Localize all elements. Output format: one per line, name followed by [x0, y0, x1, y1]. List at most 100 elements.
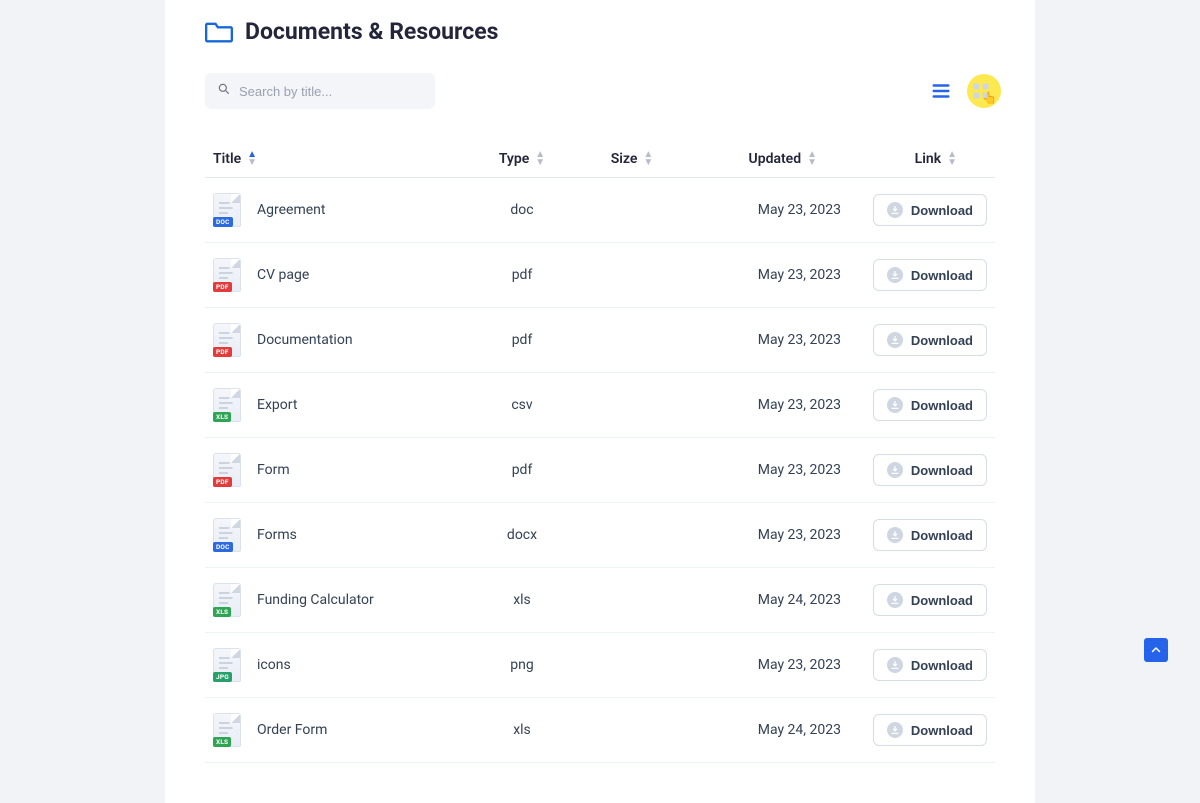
file-badge: XLS — [213, 737, 231, 747]
download-label: Download — [911, 333, 973, 348]
download-icon — [887, 397, 903, 413]
download-label: Download — [911, 463, 973, 478]
page-container: Documents & Resources 👆 Title ▲▼ Type — [165, 0, 1035, 803]
download-button[interactable]: Download — [873, 519, 987, 551]
download-icon — [887, 657, 903, 673]
table-row: XLS Order Form xls May 24, 2023 Download — [205, 698, 995, 763]
updated-cell: May 23, 2023 — [687, 202, 847, 218]
link-cell: Download — [847, 194, 987, 226]
table-row: PDF Form pdf May 23, 2023 Download — [205, 438, 995, 503]
link-cell: Download — [847, 649, 987, 681]
search-box — [205, 73, 435, 109]
file-type-icon: XLS — [213, 388, 241, 422]
view-toggle: 👆 — [927, 77, 995, 105]
title-cell: XLS Order Form — [213, 713, 467, 747]
download-label: Download — [911, 723, 973, 738]
link-cell: Download — [847, 519, 987, 551]
file-badge: XLS — [213, 412, 231, 422]
page-title: Documents & Resources — [245, 18, 498, 45]
file-title: CV page — [257, 267, 309, 283]
table-row: PDF CV page pdf May 23, 2023 Download — [205, 243, 995, 308]
type-cell: pdf — [467, 332, 577, 348]
type-cell: csv — [467, 397, 577, 413]
type-cell: doc — [467, 202, 577, 218]
file-type-icon: JPG — [213, 648, 241, 682]
file-title: Agreement — [257, 202, 325, 218]
file-badge: PDF — [213, 282, 232, 292]
file-title: Order Form — [257, 722, 327, 738]
download-icon — [887, 267, 903, 283]
file-badge: XLS — [213, 607, 231, 617]
updated-cell: May 24, 2023 — [687, 722, 847, 738]
updated-cell: May 23, 2023 — [687, 332, 847, 348]
title-cell: PDF CV page — [213, 258, 467, 292]
link-cell: Download — [847, 454, 987, 486]
table-row: DOC Agreement doc May 23, 2023 Download — [205, 178, 995, 243]
file-title: Forms — [257, 527, 297, 543]
type-cell: xls — [467, 722, 577, 738]
file-title: Documentation — [257, 332, 353, 348]
sort-icon: ▲▼ — [535, 151, 545, 167]
updated-cell: May 23, 2023 — [687, 267, 847, 283]
type-cell: pdf — [467, 267, 577, 283]
file-type-icon: XLS — [213, 713, 241, 747]
download-button[interactable]: Download — [873, 389, 987, 421]
download-button[interactable]: Download — [873, 194, 987, 226]
title-cell: JPG icons — [213, 648, 467, 682]
sort-icon: ▲▼ — [643, 151, 653, 167]
download-label: Download — [911, 203, 973, 218]
download-button[interactable]: Download — [873, 259, 987, 291]
search-input[interactable] — [205, 73, 435, 109]
type-cell: docx — [467, 527, 577, 543]
column-header-label: Link — [915, 151, 941, 167]
column-header-title[interactable]: Title ▲▼ — [213, 151, 467, 167]
file-title: Export — [257, 397, 297, 413]
download-icon — [887, 592, 903, 608]
column-header-type[interactable]: Type ▲▼ — [467, 151, 577, 167]
download-icon — [887, 722, 903, 738]
file-type-icon: XLS — [213, 583, 241, 617]
updated-cell: May 23, 2023 — [687, 397, 847, 413]
download-button[interactable]: Download — [873, 324, 987, 356]
table-header-row: Title ▲▼ Type ▲▼ Size ▲▼ Updated ▲▼ Link… — [205, 141, 995, 178]
column-header-link[interactable]: Link ▲▼ — [847, 151, 987, 167]
scroll-to-top-button[interactable] — [1144, 638, 1168, 662]
file-type-icon: DOC — [213, 518, 241, 552]
link-cell: Download — [847, 389, 987, 421]
download-button[interactable]: Download — [873, 454, 987, 486]
download-button[interactable]: Download — [873, 649, 987, 681]
table-body: DOC Agreement doc May 23, 2023 Download … — [205, 178, 995, 763]
download-label: Download — [911, 268, 973, 283]
download-icon — [887, 527, 903, 543]
file-badge: PDF — [213, 477, 232, 487]
download-button[interactable]: Download — [873, 714, 987, 746]
sort-icon: ▲▼ — [947, 151, 957, 167]
column-header-size[interactable]: Size ▲▼ — [577, 151, 687, 167]
table-row: XLS Export csv May 23, 2023 Download — [205, 373, 995, 438]
updated-cell: May 23, 2023 — [687, 462, 847, 478]
download-icon — [887, 462, 903, 478]
file-type-icon: PDF — [213, 258, 241, 292]
toolbar: 👆 — [205, 73, 995, 109]
type-cell: png — [467, 657, 577, 673]
column-header-updated[interactable]: Updated ▲▼ — [687, 151, 847, 167]
column-header-label: Size — [611, 151, 638, 167]
title-cell: DOC Agreement — [213, 193, 467, 227]
download-label: Download — [911, 528, 973, 543]
file-badge: JPG — [213, 672, 232, 682]
updated-cell: May 23, 2023 — [687, 657, 847, 673]
sort-icon: ▲▼ — [247, 151, 257, 167]
file-title: icons — [257, 657, 291, 673]
file-badge: DOC — [213, 217, 233, 227]
link-cell: Download — [847, 259, 987, 291]
folder-icon — [205, 19, 233, 45]
download-button[interactable]: Download — [873, 584, 987, 616]
file-badge: PDF — [213, 347, 232, 357]
file-type-icon: DOC — [213, 193, 241, 227]
list-view-button[interactable] — [927, 77, 955, 105]
grid-view-button[interactable] — [967, 77, 995, 105]
file-type-icon: PDF — [213, 323, 241, 357]
link-cell: Download — [847, 584, 987, 616]
download-label: Download — [911, 593, 973, 608]
column-header-label: Updated — [749, 151, 802, 167]
